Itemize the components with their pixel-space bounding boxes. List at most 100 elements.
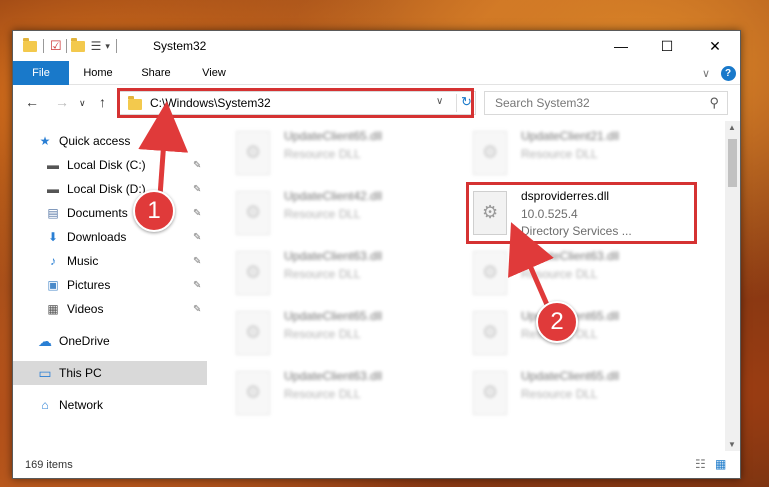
file-item[interactable]: UpdateClient65.dll Resource DLL (228, 125, 453, 183)
up-button[interactable]: ↑ (99, 94, 106, 110)
file-name: UpdateClient65.dll (284, 129, 383, 143)
search-icon[interactable]: ⚲ (709, 95, 719, 111)
file-name: UpdateClient63.dll (284, 249, 383, 263)
file-description: Resource DLL (284, 147, 361, 161)
customize-toolbar-icon[interactable]: ▾ (105, 41, 110, 52)
cloud-icon: ☁ (38, 332, 52, 349)
recent-locations-button[interactable]: ∨ (79, 98, 86, 109)
sidebar-item-local-disk-c[interactable]: ▬ Local Disk (C:) ✎ (13, 153, 207, 177)
view-icon[interactable]: ☰ (91, 39, 102, 53)
tab-view[interactable]: View (191, 61, 237, 85)
pin-icon: ✎ (193, 303, 202, 315)
tab-file[interactable]: File (13, 61, 69, 85)
folder-icon (23, 37, 37, 52)
navigation-pane: ★ Quick access ▬ Local Disk (C:) ✎ ▬ Loc… (13, 121, 207, 451)
file-highlight (466, 182, 697, 244)
large-icons-view-icon[interactable]: ▦ (715, 457, 726, 471)
expand-ribbon-icon[interactable]: ∨ (697, 61, 715, 85)
file-description: Resource DLL (521, 387, 598, 401)
minimize-button[interactable]: — (598, 31, 644, 61)
file-name: UpdateClient42.dll (284, 189, 383, 203)
pin-icon: ✎ (193, 207, 202, 219)
file-item[interactable]: UpdateClient63.dll Resource DLL (228, 365, 453, 423)
pin-icon: ✎ (193, 159, 202, 171)
file-name: UpdateClient21.dll (521, 129, 620, 143)
address-bar-highlight (117, 88, 474, 118)
help-button[interactable]: ? (719, 61, 737, 85)
file-name: UpdateClient65.dll (521, 369, 620, 383)
file-item[interactable]: UpdateClient21.dll Resource DLL (465, 125, 690, 183)
file-item[interactable]: UpdateClient42.dll Resource DLL (228, 185, 453, 243)
maximize-button[interactable]: ☐ (644, 31, 690, 61)
file-description: Resource DLL (284, 327, 361, 341)
item-count: 169 items (25, 458, 73, 471)
pictures-icon: ▣ (47, 278, 59, 292)
vertical-scrollbar[interactable]: ▲ ▼ (725, 121, 740, 451)
sidebar-item-label: Documents (67, 206, 128, 220)
pin-icon: ✎ (193, 231, 202, 243)
dll-file-icon (473, 371, 507, 415)
sidebar-item-label: Music (67, 254, 99, 268)
file-item[interactable]: UpdateClient65.dll Resource DLL (465, 365, 690, 423)
file-name: UpdateClient63.dll (284, 369, 383, 383)
step-badge-2: 2 (536, 301, 578, 343)
search-placeholder: Search System32 (495, 96, 590, 110)
file-description: Resource DLL (521, 147, 598, 161)
scroll-up-icon[interactable]: ▲ (728, 123, 736, 132)
scroll-down-icon[interactable]: ▼ (728, 440, 736, 449)
tab-share[interactable]: Share (133, 61, 179, 85)
close-button[interactable]: ✕ (692, 31, 738, 61)
sidebar-item-label: OneDrive (59, 334, 110, 348)
file-item[interactable]: UpdateClient65.dll Resource DLL (465, 305, 690, 363)
ribbon: File Home Share View ∨ ? (13, 61, 740, 85)
sidebar-item-videos[interactable]: ▦ Videos ✎ (13, 297, 207, 321)
sidebar-item-local-disk-d[interactable]: ▬ Local Disk (D:) ✎ (13, 177, 207, 201)
sidebar-item-quick-access[interactable]: ★ Quick access (13, 129, 207, 153)
details-view-icon[interactable]: ☷ (695, 457, 706, 471)
sidebar-item-pictures[interactable]: ▣ Pictures ✎ (13, 273, 207, 297)
new-folder-icon[interactable] (70, 37, 85, 52)
sidebar-item-music[interactable]: ♪ Music ✎ (13, 249, 207, 273)
search-input[interactable]: Search System32 ⚲ (484, 91, 728, 115)
file-name: UpdateClient65.dll (284, 309, 383, 323)
forward-button[interactable]: → (55, 94, 69, 110)
window-title: System32 (153, 39, 207, 53)
sidebar-item-label: Local Disk (D:) (67, 182, 146, 196)
dll-file-icon (473, 251, 507, 295)
disk-icon: ▬ (47, 182, 59, 196)
sidebar-item-label: Local Disk (C:) (67, 158, 146, 172)
sidebar-item-label: Quick access (59, 134, 131, 148)
scrollbar-thumb[interactable] (728, 139, 737, 187)
pin-icon: ✎ (193, 255, 202, 267)
sidebar-item-documents[interactable]: ▤ Documents ✎ (13, 201, 207, 225)
dll-file-icon (473, 131, 507, 175)
dll-file-icon (236, 371, 270, 415)
back-button[interactable]: ← (25, 94, 39, 110)
file-description: Resource DLL (284, 267, 361, 281)
file-description: Resource DLL (521, 267, 598, 281)
tab-home[interactable]: Home (75, 61, 121, 85)
sidebar-item-label: Videos (67, 302, 104, 316)
help-icon: ? (720, 65, 736, 81)
step-badge-1: 1 (133, 190, 175, 232)
file-item[interactable]: UpdateClient63.dll Resource DLL (465, 245, 690, 303)
file-description: Resource DLL (284, 387, 361, 401)
music-icon: ♪ (50, 254, 56, 268)
sidebar-item-label: Network (59, 398, 104, 412)
properties-icon[interactable]: ☑ (50, 38, 62, 54)
sidebar-item-network[interactable]: ⌂ Network (13, 393, 207, 417)
download-icon: ⬇ (47, 230, 59, 244)
pin-icon: ✎ (193, 279, 202, 291)
sidebar-item-label: Downloads (67, 230, 127, 244)
sidebar-item-downloads[interactable]: ⬇ Downloads ✎ (13, 225, 207, 249)
file-item[interactable]: UpdateClient65.dll Resource DLL (228, 305, 453, 363)
file-item[interactable]: UpdateClient63.dll Resource DLL (228, 245, 453, 303)
sidebar-item-label: Pictures (67, 278, 111, 292)
dll-file-icon (236, 311, 270, 355)
network-icon: ⌂ (41, 398, 49, 412)
pin-icon: ✎ (193, 183, 202, 195)
quick-access-toolbar: ☑ ☰ ▾ (23, 37, 123, 55)
disk-icon: ▬ (47, 158, 59, 172)
sidebar-item-onedrive[interactable]: ☁ OneDrive (13, 329, 207, 353)
sidebar-item-this-pc[interactable]: ▭ This PC (13, 361, 207, 385)
